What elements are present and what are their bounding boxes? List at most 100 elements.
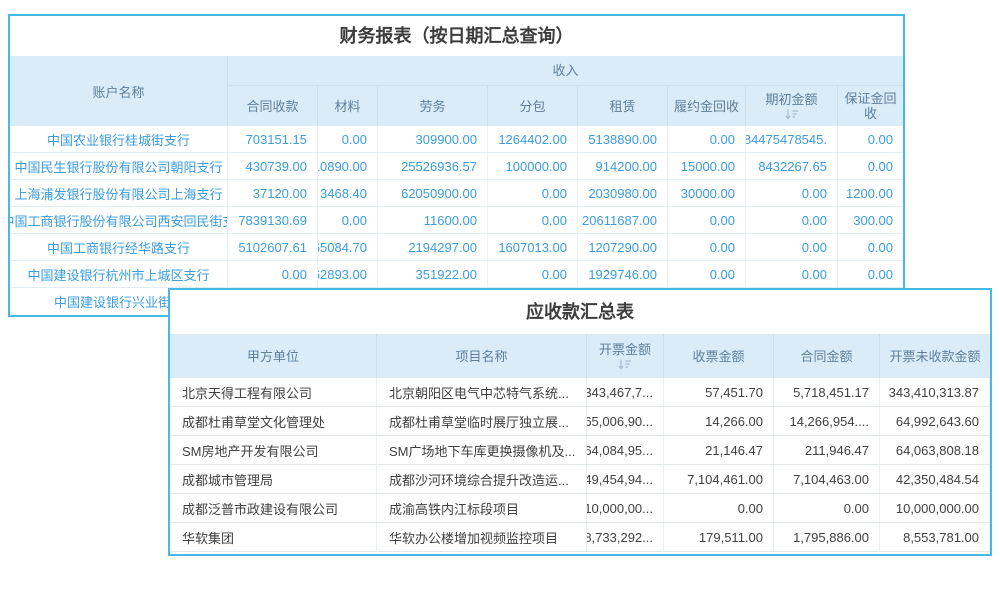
column-header-deposit-recovery: 保证金回收 bbox=[838, 86, 903, 126]
table-row[interactable]: 中国民生银行股份有限公司朝阳支行430739.0010890.002552693… bbox=[10, 153, 903, 180]
table-row[interactable]: 华软集团华软办公楼增加视频监控项目8,733,292...179,511.001… bbox=[170, 523, 990, 552]
table-cell: 成都沙河环境综合提升改造运... bbox=[377, 465, 587, 493]
table-cell: 0.00 bbox=[774, 494, 880, 522]
table-cell: 300.00 bbox=[838, 207, 903, 233]
table-cell: 成都城市管理局 bbox=[170, 465, 377, 493]
receivables-summary-title: 应收款汇总表 bbox=[170, 290, 990, 334]
table-cell: 北京天得工程有限公司 bbox=[170, 378, 377, 406]
table-cell: 64,084,95... bbox=[587, 436, 664, 464]
table-cell: 7,104,461.00 bbox=[664, 465, 774, 493]
table-cell: 30000.00 bbox=[668, 180, 746, 206]
table-cell: 0.00 bbox=[746, 234, 838, 260]
table-cell: 211,946.47 bbox=[774, 436, 880, 464]
table-cell: 64,992,643.60 bbox=[880, 407, 990, 435]
table-cell: 北京朝阳区电气中芯特气系统... bbox=[377, 378, 587, 406]
income-subheader-row: 合同收款 材料 劳务 分包 租赁 履约金回收 期初金额 bbox=[228, 86, 903, 126]
table-cell: 0.00 bbox=[838, 126, 903, 152]
table-cell: 华软集团 bbox=[170, 523, 377, 551]
financial-report-title: 财务报表（按日期汇总查询） bbox=[10, 16, 903, 56]
account-link[interactable]: 中国工商银行经华路支行 bbox=[10, 234, 228, 260]
table-cell: 0.00 bbox=[488, 261, 578, 287]
table-cell: 0.00 bbox=[746, 180, 838, 206]
table-cell: 8,553,781.00 bbox=[880, 523, 990, 551]
account-link[interactable]: 中国建设银行杭州市上城区支行 bbox=[10, 261, 228, 287]
table-cell: 0.00 bbox=[228, 261, 318, 287]
table-row[interactable]: SM房地产开发有限公司SM广场地下车库更换摄像机及...64,084,95...… bbox=[170, 436, 990, 465]
table-cell: 57,451.70 bbox=[664, 378, 774, 406]
table-cell: 37120.00 bbox=[228, 180, 318, 206]
table-cell: 65,006,90... bbox=[587, 407, 664, 435]
receivables-summary-panel: 应收款汇总表 甲方单位 项目名称 开票金额 收票金额 合同金额 开票未收款金额 … bbox=[168, 288, 992, 556]
table-cell: 10890.00 bbox=[318, 153, 378, 179]
receivables-header: 甲方单位 项目名称 开票金额 收票金额 合同金额 开票未收款金额 bbox=[170, 334, 990, 378]
table-row[interactable]: 成都泛普市政建设有限公司成渝高铁内江标段项目10,000,00...0.000.… bbox=[170, 494, 990, 523]
table-cell: 0.00 bbox=[668, 207, 746, 233]
table-cell: 1929746.00 bbox=[578, 261, 668, 287]
table-cell: 3468.40 bbox=[318, 180, 378, 206]
account-link[interactable]: 中国农业银行桂城街支行 bbox=[10, 126, 228, 152]
receivables-body: 北京天得工程有限公司北京朝阳区电气中芯特气系统...343,467,7...57… bbox=[170, 378, 990, 552]
column-header-account: 账户名称 bbox=[10, 56, 228, 126]
financial-report-body: 中国农业银行桂城街支行703151.150.00309900.001264402… bbox=[10, 126, 903, 315]
table-cell: 7,104,463.00 bbox=[774, 465, 880, 493]
table-cell: 0.00 bbox=[668, 126, 746, 152]
sort-descending-icon[interactable] bbox=[618, 359, 632, 370]
account-link[interactable]: 中国工商银行股份有限公司西安回民街支 bbox=[10, 207, 228, 233]
table-cell: 1607013.00 bbox=[488, 234, 578, 260]
table-row[interactable]: 成都城市管理局成都沙河环境综合提升改造运...49,454,94...7,104… bbox=[170, 465, 990, 494]
table-cell: 84475478545. bbox=[746, 126, 838, 152]
table-cell: 成渝高铁内江标段项目 bbox=[377, 494, 587, 522]
table-cell: 5138890.00 bbox=[578, 126, 668, 152]
column-header-labor: 劳务 bbox=[378, 86, 488, 126]
table-row[interactable]: 中国农业银行桂城街支行703151.150.00309900.001264402… bbox=[10, 126, 903, 153]
table-row[interactable]: 上海浦发银行股份有限公司上海支行37120.003468.4062050900.… bbox=[10, 180, 903, 207]
table-cell: 42,350,484.54 bbox=[880, 465, 990, 493]
table-cell: 15000.00 bbox=[668, 153, 746, 179]
table-cell: 1264402.00 bbox=[488, 126, 578, 152]
table-cell: 10,000,00... bbox=[587, 494, 664, 522]
account-link[interactable]: 上海浦发银行股份有限公司上海支行 bbox=[10, 180, 228, 206]
table-cell: 914200.00 bbox=[578, 153, 668, 179]
table-cell: 2030980.00 bbox=[578, 180, 668, 206]
sort-descending-icon[interactable] bbox=[785, 109, 799, 120]
table-cell: 703151.15 bbox=[228, 126, 318, 152]
table-cell: 1200.00 bbox=[838, 180, 903, 206]
table-row[interactable]: 中国工商银行股份有限公司西安回民街支7839130.690.0011600.00… bbox=[10, 207, 903, 234]
table-cell: 2194297.00 bbox=[378, 234, 488, 260]
table-cell: 365084.70 bbox=[318, 234, 378, 260]
table-cell: 成都泛普市政建设有限公司 bbox=[170, 494, 377, 522]
account-link[interactable]: 中国民生银行股份有限公司朝阳支行 bbox=[10, 153, 228, 179]
table-row[interactable]: 北京天得工程有限公司北京朝阳区电气中芯特气系统...343,467,7...57… bbox=[170, 378, 990, 407]
table-cell: 10,000,000.00 bbox=[880, 494, 990, 522]
table-cell: 14,266.00 bbox=[664, 407, 774, 435]
table-cell: 343,410,313.87 bbox=[880, 378, 990, 406]
table-cell: 0.00 bbox=[668, 261, 746, 287]
table-cell: 0.00 bbox=[838, 153, 903, 179]
table-cell: 5,718,451.17 bbox=[774, 378, 880, 406]
table-cell: 100000.00 bbox=[488, 153, 578, 179]
table-cell: SM房地产开发有限公司 bbox=[170, 436, 377, 464]
column-header-invoiced-unpaid-amount: 开票未收款金额 bbox=[880, 334, 990, 378]
financial-reports-page: 财务报表（按日期汇总查询） 账户名称 收入 合同收款 材料 劳务 分包 租赁 履… bbox=[0, 0, 1000, 600]
column-header-client-unit: 甲方单位 bbox=[170, 334, 377, 378]
table-row[interactable]: 中国建设银行杭州市上城区支行0.0062893.00351922.000.001… bbox=[10, 261, 903, 288]
table-cell: 430739.00 bbox=[228, 153, 318, 179]
table-cell: 179,511.00 bbox=[664, 523, 774, 551]
column-header-performance-bond: 履约金回收 bbox=[668, 86, 746, 126]
table-cell: 49,454,94... bbox=[587, 465, 664, 493]
table-cell: 0.00 bbox=[746, 261, 838, 287]
table-cell: 1207290.00 bbox=[578, 234, 668, 260]
table-row[interactable]: 成都杜甫草堂文化管理处成都杜甫草堂临时展厅独立展...65,006,90...1… bbox=[170, 407, 990, 436]
table-cell: 0.00 bbox=[318, 207, 378, 233]
column-header-contract-amount: 合同金额 bbox=[774, 334, 880, 378]
table-row[interactable]: 中国工商银行经华路支行5102607.61365084.702194297.00… bbox=[10, 234, 903, 261]
income-header-block: 收入 合同收款 材料 劳务 分包 租赁 履约金回收 期初金额 bbox=[228, 56, 903, 126]
column-header-invoiced-amount[interactable]: 开票金额 bbox=[587, 334, 664, 378]
column-header-opening-amount[interactable]: 期初金额 bbox=[746, 86, 838, 126]
table-cell: 351922.00 bbox=[378, 261, 488, 287]
table-cell: 14,266,954.... bbox=[774, 407, 880, 435]
table-cell: 0.00 bbox=[838, 261, 903, 287]
table-cell: 0.00 bbox=[668, 234, 746, 260]
table-cell: 0.00 bbox=[488, 207, 578, 233]
table-cell: 343,467,7... bbox=[587, 378, 664, 406]
